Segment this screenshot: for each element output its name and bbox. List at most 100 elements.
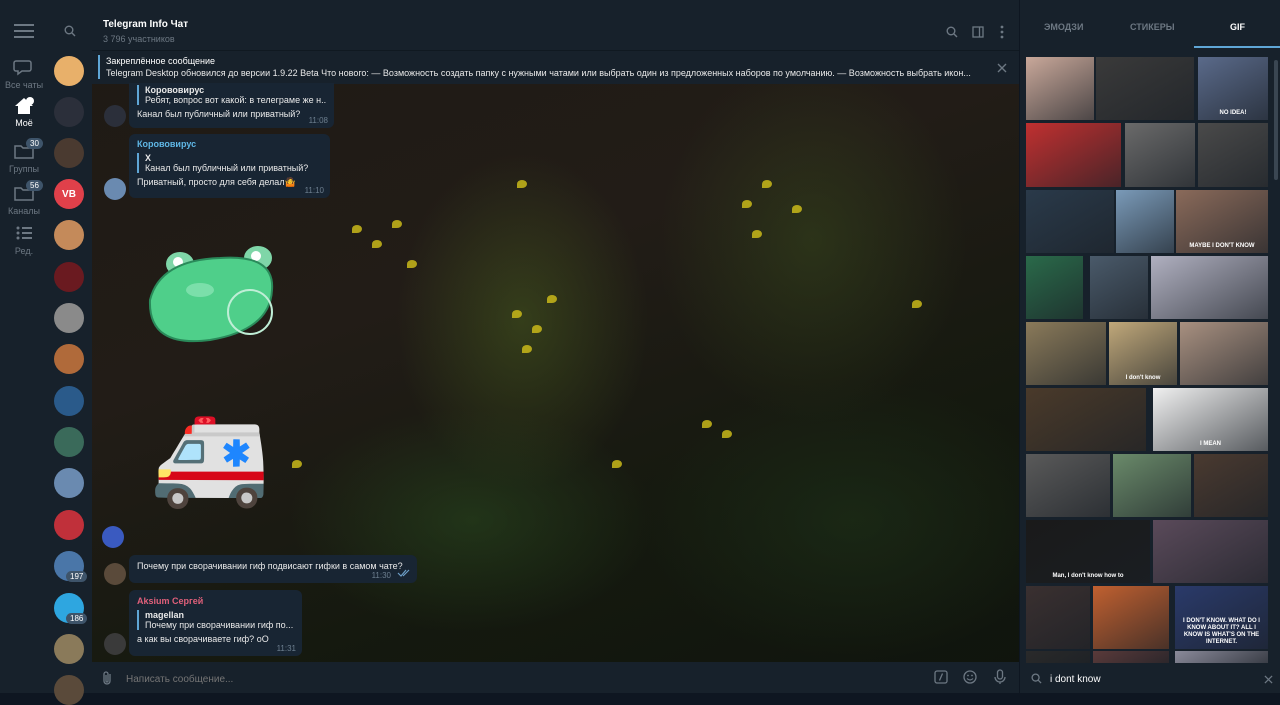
menu-icon[interactable]: [14, 24, 34, 38]
reply-quote[interactable]: Корововирус Ребят, вопрос вот какой: в т…: [137, 85, 326, 105]
gif-tile[interactable]: [1026, 388, 1146, 451]
close-icon[interactable]: [997, 62, 1007, 76]
avatar[interactable]: [104, 105, 126, 127]
chat-avatar[interactable]: [54, 220, 84, 250]
message-bubble[interactable]: Почему при сворачивании гиф подвисают ги…: [129, 555, 417, 583]
chat-avatar[interactable]: [54, 468, 84, 498]
gif-tile[interactable]: [1194, 454, 1268, 517]
gif-search-input[interactable]: [1048, 670, 1252, 688]
gif-caption: I DON'T KNOW. WHAT DO I KNOW ABOUT IT? A…: [1183, 618, 1260, 645]
message-bubble[interactable]: Корововирус Ребят, вопрос вот какой: в т…: [129, 83, 334, 128]
message-input[interactable]: [124, 669, 908, 689]
active-tab-indicator: [1194, 46, 1280, 48]
gif-tile[interactable]: [1125, 123, 1195, 187]
gif-tile[interactable]: [1026, 57, 1094, 120]
gif-tile[interactable]: [1026, 586, 1090, 649]
tab-gif[interactable]: GIF: [1230, 22, 1245, 32]
chat-avatar[interactable]: [54, 303, 84, 333]
gif-tile[interactable]: Man, I don't know how to: [1026, 520, 1150, 583]
chat-area: Telegram Info Чат 3 796 участников Закре…: [92, 0, 1019, 693]
message-sender[interactable]: Aksium Сергей: [129, 590, 302, 606]
gif-tile[interactable]: [1026, 190, 1114, 253]
tab-stickers[interactable]: СТИКЕРЫ: [1130, 22, 1175, 32]
chat-avatar[interactable]: [54, 97, 84, 127]
gif-tile[interactable]: [1180, 322, 1268, 385]
message-sender[interactable]: Корововирус: [129, 134, 330, 149]
chat-avatar[interactable]: VB: [54, 179, 84, 209]
gif-tile[interactable]: [1153, 520, 1268, 583]
tab-emoji[interactable]: ЭМОДЗИ: [1044, 22, 1083, 32]
gif-tile[interactable]: [1090, 256, 1148, 319]
gif-tile[interactable]: NO IDEA!: [1198, 57, 1268, 120]
chat-avatar[interactable]: [54, 386, 84, 416]
microphone-icon[interactable]: [994, 669, 1006, 688]
gif-tile[interactable]: [1093, 586, 1169, 649]
gif-tile[interactable]: [1026, 322, 1106, 385]
pinned-title: Закреплённое сообщение: [106, 56, 216, 66]
folder-mine[interactable]: Моё: [0, 96, 48, 128]
message-text: Приватный, просто для себя делал🤷: [137, 177, 296, 187]
folder-all-chats[interactable]: Все чаты: [0, 58, 48, 90]
panel-scrollbar[interactable]: [1274, 60, 1278, 180]
gif-caption: Man, I don't know how to: [1052, 573, 1124, 579]
gif-tile[interactable]: [1093, 651, 1169, 663]
folder-label: Каналы: [8, 206, 40, 216]
gif-tile[interactable]: [1113, 454, 1191, 517]
gif-tile[interactable]: MAYBE I DON'T KNOW: [1176, 190, 1268, 253]
chat-avatar[interactable]: [54, 344, 84, 374]
gif-tile[interactable]: [1116, 190, 1174, 253]
search-icon[interactable]: [946, 26, 958, 41]
gif-tile[interactable]: [1175, 651, 1268, 663]
attach-icon[interactable]: [100, 670, 114, 689]
chat-avatar[interactable]: [54, 634, 84, 664]
folder-label: Все чаты: [4, 80, 44, 90]
gif-tile[interactable]: [1026, 454, 1110, 517]
folder-label: Моё: [15, 118, 33, 128]
chat-title[interactable]: Telegram Info Чат: [103, 19, 188, 30]
chat-avatar[interactable]: [54, 427, 84, 457]
folder-channels[interactable]: Каналы 56: [0, 180, 48, 216]
folder-edit[interactable]: Ред.: [0, 224, 48, 256]
more-icon[interactable]: [1000, 25, 1004, 42]
clear-search-icon[interactable]: [1264, 673, 1273, 687]
gif-tile[interactable]: I DON'T KNOW. WHAT DO I KNOW ABOUT IT? A…: [1175, 586, 1268, 649]
pinned-text: Telegram Desktop обновился до версии 1.9…: [106, 68, 971, 78]
bot-command-icon[interactable]: [934, 670, 948, 687]
avatar[interactable]: [104, 563, 126, 585]
chat-avatar[interactable]: [54, 56, 84, 86]
reply-text: Ребят, вопрос вот какой: в телеграме же …: [145, 95, 326, 105]
search-icon[interactable]: [64, 25, 76, 40]
chat-avatar[interactable]: [54, 675, 84, 705]
sticker-ambulance[interactable]: 🚑: [150, 402, 270, 512]
chat-avatar[interactable]: [54, 138, 84, 168]
emoji-icon[interactable]: [963, 670, 977, 687]
folder-groups[interactable]: Группы 30: [0, 138, 48, 174]
unread-badge: 30: [26, 138, 43, 149]
gif-tile[interactable]: I don't know: [1109, 322, 1177, 385]
reply-quote[interactable]: magellan Почему при сворачивании гиф по.…: [137, 610, 294, 630]
sidebar-toggle-icon[interactable]: [972, 26, 984, 41]
gif-tile[interactable]: [1096, 57, 1194, 120]
avatar[interactable]: [104, 633, 126, 655]
chat-avatar[interactable]: [54, 262, 84, 292]
pinned-accent: [98, 55, 100, 79]
avatar[interactable]: [102, 526, 124, 548]
unread-badge: 56: [26, 180, 43, 191]
gif-caption: I don't know: [1125, 375, 1161, 381]
message-bubble[interactable]: Корововирус X Канал был публичный или пр…: [129, 134, 330, 198]
gif-tile[interactable]: [1198, 123, 1268, 187]
gif-tile[interactable]: [1026, 256, 1083, 319]
chat-avatar[interactable]: [54, 510, 84, 540]
gif-tile[interactable]: I MEAN: [1153, 388, 1268, 451]
sticker-slime[interactable]: [140, 240, 280, 350]
pinned-message-bar[interactable]: Закреплённое сообщение Telegram Desktop …: [92, 50, 1019, 84]
reply-author: magellan: [145, 610, 185, 620]
folders-sidebar: Все чаты Моё Группы 30 Каналы 56 Ред.: [0, 0, 48, 693]
message-time: 11:31: [276, 644, 296, 653]
gif-tile[interactable]: [1151, 256, 1268, 319]
message-bubble[interactable]: Aksium Сергей magellan Почему при сворач…: [129, 590, 302, 656]
gif-tile[interactable]: [1026, 123, 1121, 187]
gif-tile[interactable]: [1026, 651, 1090, 663]
avatar[interactable]: [104, 178, 126, 200]
reply-quote[interactable]: X Канал был публичный или приватный?: [137, 153, 322, 173]
